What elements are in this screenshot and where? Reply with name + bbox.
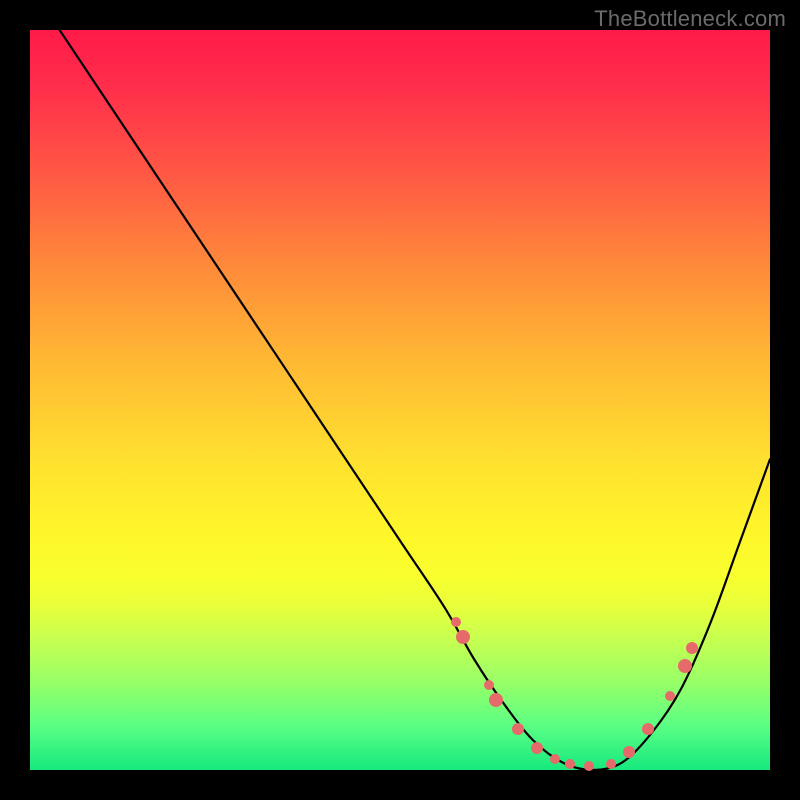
data-marker — [678, 659, 692, 673]
data-marker — [550, 754, 560, 764]
bottleneck-curve — [30, 30, 770, 770]
data-marker — [665, 691, 675, 701]
data-marker — [512, 723, 524, 735]
data-marker — [489, 693, 503, 707]
data-marker — [456, 630, 470, 644]
data-marker — [686, 642, 698, 654]
data-marker — [584, 761, 594, 771]
data-marker — [642, 723, 654, 735]
data-marker — [451, 617, 461, 627]
data-marker — [565, 759, 575, 769]
data-marker — [531, 742, 543, 754]
chart-frame: TheBottleneck.com — [0, 0, 800, 800]
plot-area — [30, 30, 770, 770]
data-marker — [623, 746, 635, 758]
watermark-label: TheBottleneck.com — [594, 6, 786, 32]
data-marker — [484, 680, 494, 690]
data-marker — [606, 759, 616, 769]
